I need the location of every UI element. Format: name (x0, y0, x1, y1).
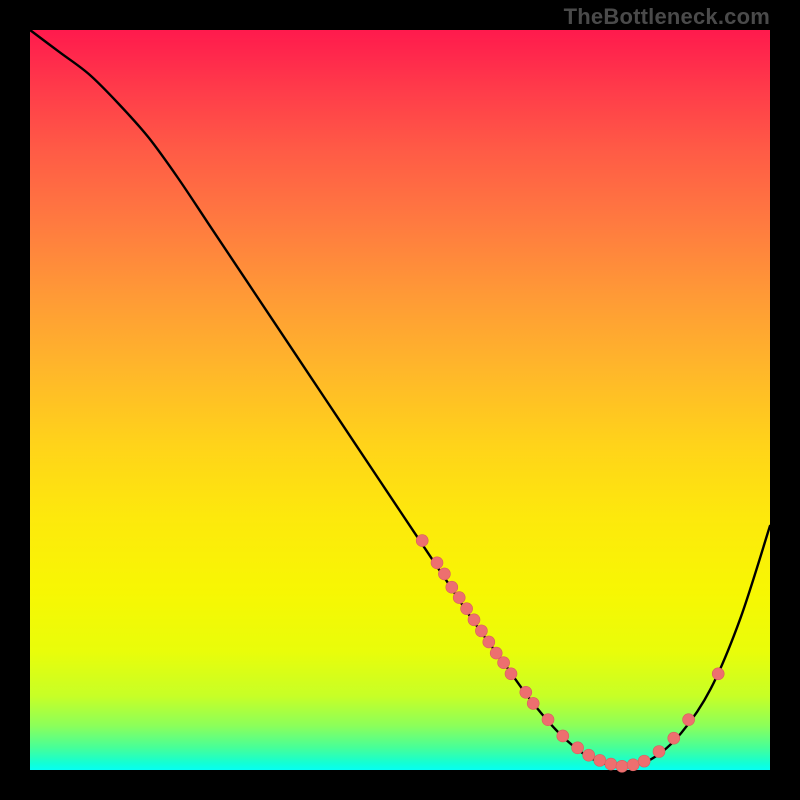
curve-marker (616, 760, 628, 772)
curve-marker (557, 730, 569, 742)
chart-overlay (30, 30, 770, 770)
watermark-text: TheBottleneck.com (564, 4, 770, 30)
curve-marker (683, 714, 695, 726)
curve-marker (627, 759, 639, 771)
chart-stage: TheBottleneck.com (0, 0, 800, 800)
curve-marker (712, 668, 724, 680)
curve-marker (668, 732, 680, 744)
curve-marker (572, 742, 584, 754)
curve-marker (446, 581, 458, 593)
curve-marker (605, 758, 617, 770)
curve-marker (416, 535, 428, 547)
curve-marker (520, 686, 532, 698)
curve-marker (483, 636, 495, 648)
curve-marker (542, 714, 554, 726)
curve-marker (527, 697, 539, 709)
curve-marker (461, 603, 473, 615)
curve-marker (583, 749, 595, 761)
curve-marker (594, 754, 606, 766)
curve-marker (453, 592, 465, 604)
curve-marker (653, 746, 665, 758)
curve-marker (498, 657, 510, 669)
curve-marker (468, 614, 480, 626)
curve-marker (638, 755, 650, 767)
curve-markers (416, 535, 724, 773)
curve-marker (505, 668, 517, 680)
curve-marker (431, 557, 443, 569)
curve-marker (438, 568, 450, 580)
bottleneck-curve (30, 30, 770, 766)
curve-marker (475, 625, 487, 637)
